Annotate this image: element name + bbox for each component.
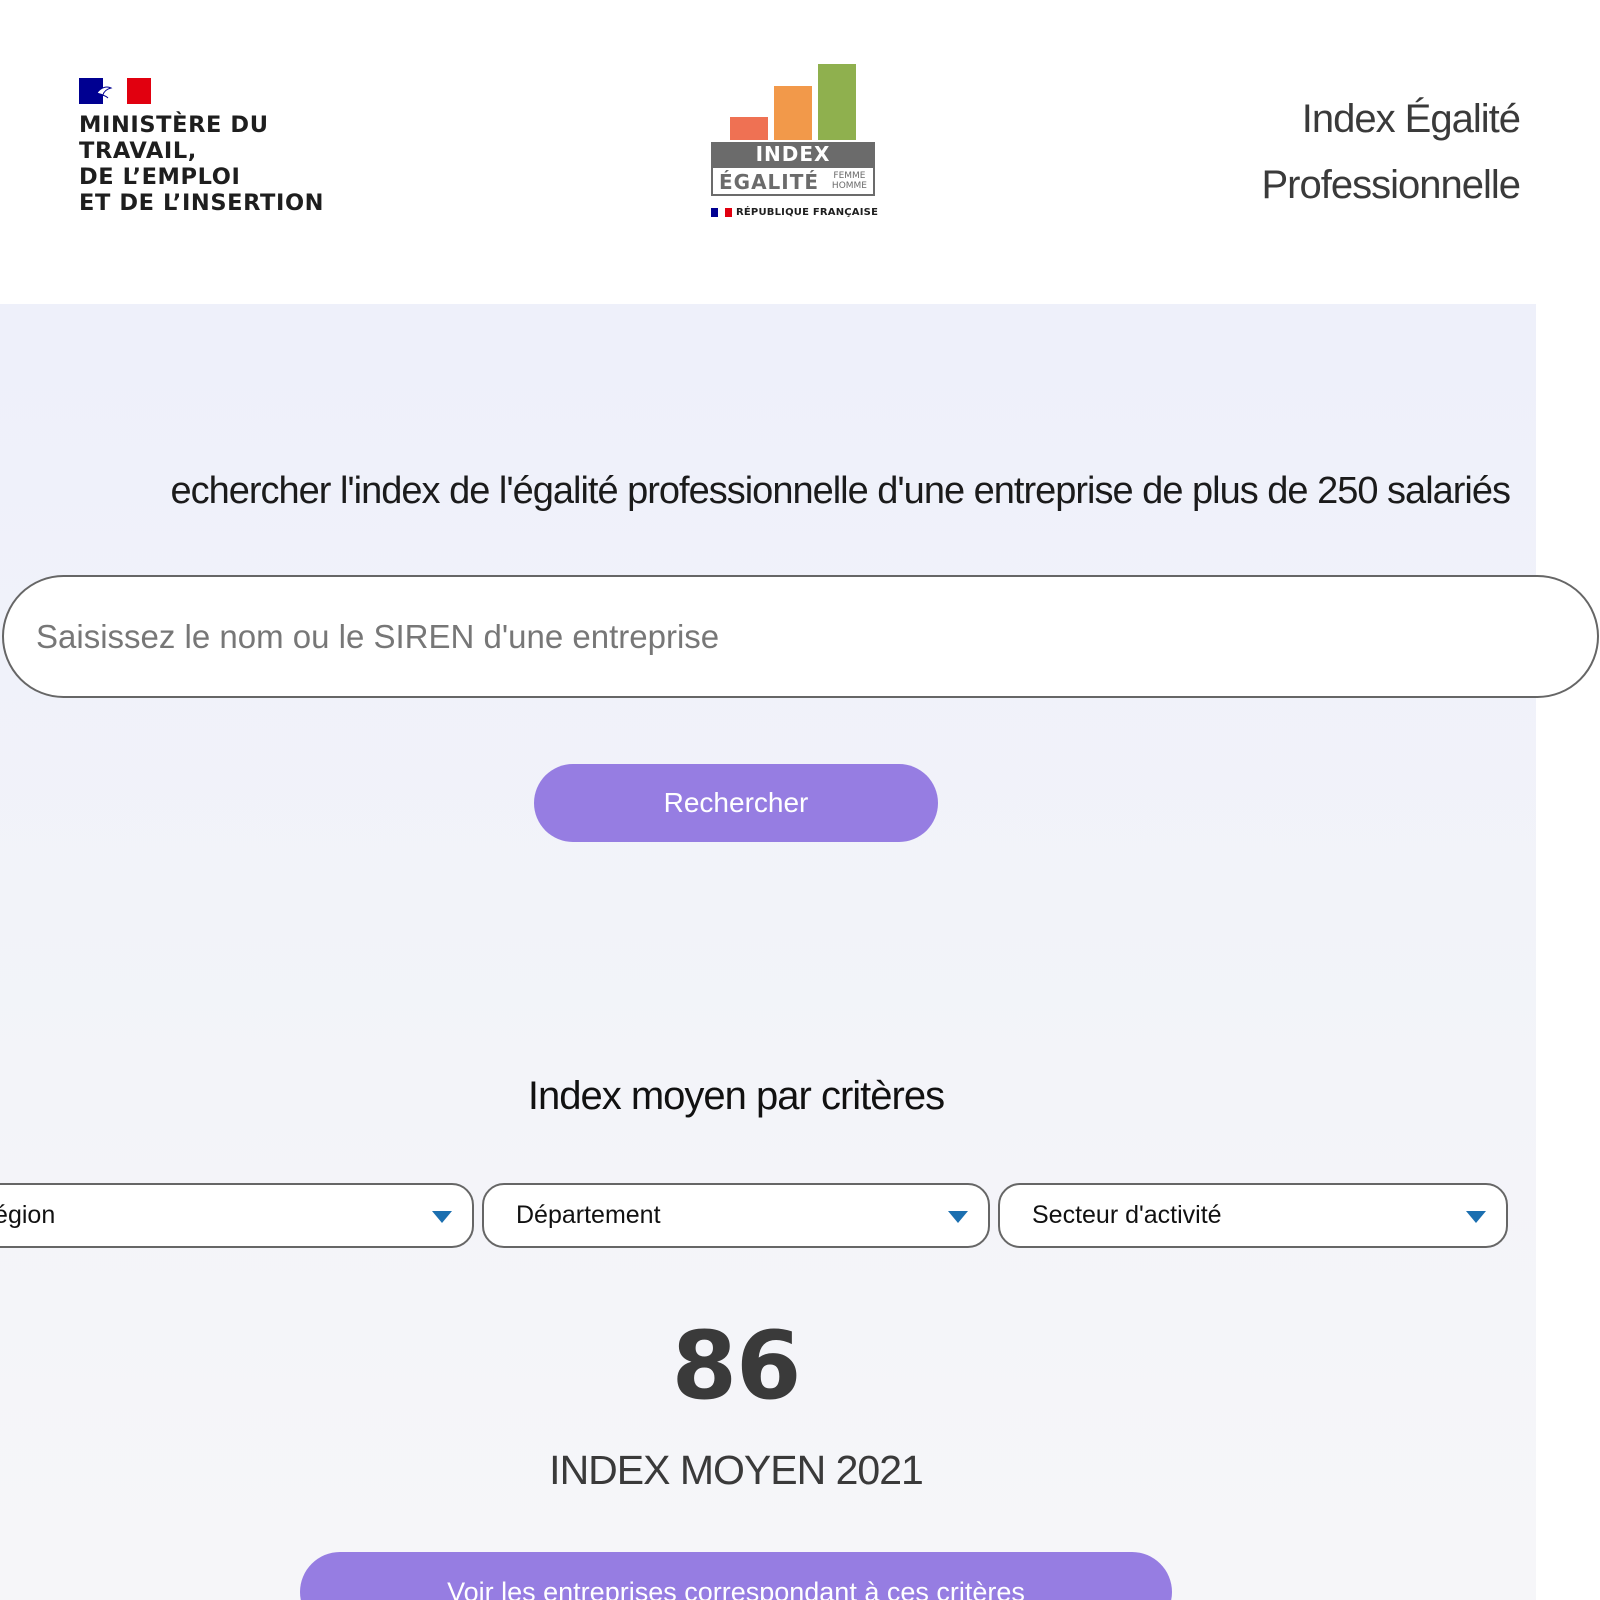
site-title-line-1: Index Égalité [1301,97,1521,141]
logo-egalite-word: ÉGALITÉ [719,170,820,194]
index-egalite-logo[interactable]: INDEX ÉGALITÉ FEMME HOMME RÉPUBLIQUE FRA… [707,62,878,232]
average-index-caption: INDEX MOYEN 2021 [549,1447,924,1493]
ministry-line-2: TRAVAIL, [79,138,197,164]
page: MINISTÈRE DU TRAVAIL, DE L’EMPLOI ET DE … [0,0,1600,1600]
search-title: echercher l'index de l'égalité professio… [170,470,1511,512]
logo-bar-small [730,117,768,140]
chevron-down-icon [1466,1211,1486,1223]
ministry-name: MINISTÈRE DU TRAVAIL, DE L’EMPLOI ET DE … [79,112,324,216]
marianne-icon [96,86,113,99]
logo-republique: RÉPUBLIQUE FRANÇAISE [711,207,878,218]
search-button[interactable]: Rechercher [534,764,938,842]
site-title-line-2: Professionnelle [1261,163,1521,207]
logo-homme: HOMME [831,181,867,191]
ministry-line-4: ET DE L’INSERTION [79,190,325,216]
logo-bar-large [818,64,856,140]
chevron-down-icon [432,1211,452,1223]
secteur-select-label: Secteur d'activité [1032,1201,1222,1229]
chevron-down-icon [948,1211,968,1223]
site-title: Index Égalité Professionnelle [1262,86,1521,218]
region-select[interactable]: Région [0,1183,474,1248]
ministry-logo[interactable]: MINISTÈRE DU TRAVAIL, DE L’EMPLOI ET DE … [79,78,324,216]
logo-femme: FEMME [833,171,866,181]
mini-flag-icon [711,207,732,217]
logo-femme-homme: FEMME HOMME [832,171,867,191]
french-flag-icon [79,78,151,104]
departement-select[interactable]: Département [482,1183,990,1248]
header: MINISTÈRE DU TRAVAIL, DE L’EMPLOI ET DE … [0,0,1600,304]
logo-republique-text: RÉPUBLIQUE FRANÇAISE [736,207,879,218]
search-input[interactable] [2,575,1599,698]
ministry-line-1: MINISTÈRE DU [79,112,269,138]
see-companies-button[interactable]: Voir les entreprises correspondant à ces… [300,1552,1172,1600]
region-select-label: Région [0,1201,56,1229]
departement-select-label: Département [516,1201,661,1229]
logo-egalite-box: ÉGALITÉ FEMME HOMME [711,166,875,196]
logo-bars-icon [730,64,858,140]
logo-bar-medium [774,86,812,140]
ministry-line-3: DE L’EMPLOI [79,164,241,190]
criteria-title: Index moyen par critères [527,1074,945,1118]
secteur-select[interactable]: Secteur d'activité [998,1183,1508,1248]
logo-index-word: INDEX [711,142,875,166]
average-index-value: 86 [671,1312,802,1421]
